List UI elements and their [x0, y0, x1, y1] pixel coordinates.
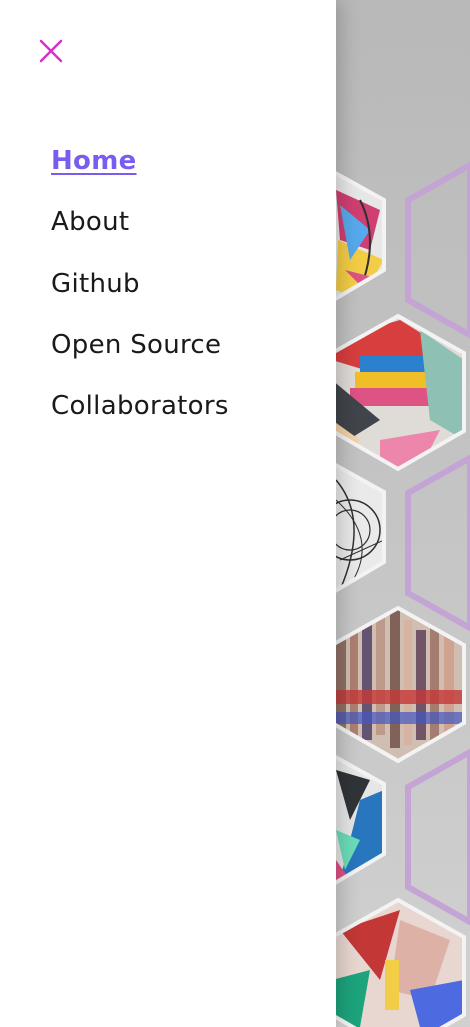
- nav-item-github: Github: [51, 266, 229, 327]
- side-drawer: Home About Github Open Source Collaborat…: [0, 0, 336, 1027]
- close-button[interactable]: [36, 36, 66, 66]
- nav-link-github[interactable]: Github: [51, 269, 140, 299]
- nav-link-home[interactable]: Home: [51, 146, 137, 176]
- nav-item-home: Home: [51, 143, 229, 204]
- nav-item-open-source: Open Source: [51, 327, 229, 388]
- nav-link-open-source[interactable]: Open Source: [51, 330, 221, 360]
- nav-item-about: About: [51, 204, 229, 265]
- page: Home About Github Open Source Collaborat…: [0, 0, 470, 1027]
- nav-link-collaborators[interactable]: Collaborators: [51, 391, 229, 421]
- nav-menu: Home About Github Open Source Collaborat…: [51, 143, 229, 449]
- nav-item-collaborators: Collaborators: [51, 388, 229, 449]
- nav-link-about[interactable]: About: [51, 207, 129, 237]
- close-icon: [39, 39, 63, 63]
